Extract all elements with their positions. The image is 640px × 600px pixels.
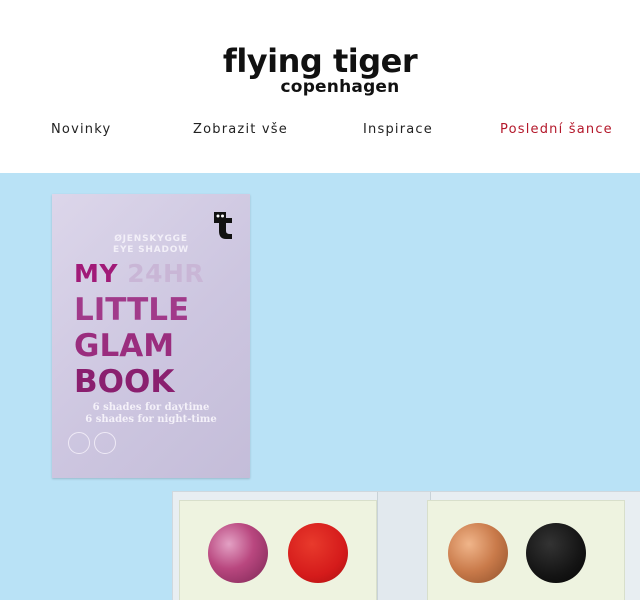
palette-card-left	[179, 500, 377, 600]
product-description: 6 shades for daytime 6 shades for night-…	[52, 402, 250, 426]
nav-item-novinky[interactable]: Novinky	[51, 122, 111, 137]
title-line-2: LITTLE	[74, 292, 190, 328]
nav-item-zobrazit-vse[interactable]: Zobrazit vše	[193, 122, 288, 137]
subtitle-line-2: EYE SHADOW	[113, 245, 189, 255]
brand-logo[interactable]: flying tiger copenhagen	[0, 44, 640, 96]
main-nav: Novinky Zobrazit vše Inspirace Poslední …	[0, 122, 640, 142]
desc-line-1: 6 shades for daytime	[92, 402, 210, 413]
title-line-1a: MY	[74, 259, 118, 288]
eyeshadow-pan-copper	[448, 523, 508, 583]
palette-spine	[377, 492, 431, 600]
palette-card-right	[427, 500, 625, 600]
eyeshadow-pan-black	[526, 523, 586, 583]
vegan-badge-icon	[68, 432, 90, 454]
desc-line-2: 6 shades for night-time	[85, 414, 217, 425]
brand-name: flying tiger	[222, 42, 418, 80]
header: flying tiger copenhagen Novinky Zobrazit…	[0, 0, 640, 173]
nav-item-posledni-sance[interactable]: Poslední šance	[500, 122, 613, 137]
eyeshadow-palette	[172, 491, 640, 600]
eyeshadow-pan-red	[288, 523, 348, 583]
product-title: MY 24HR LITTLE GLAM BOOK	[74, 256, 204, 400]
brand-subname: copenhagen	[280, 77, 400, 97]
cruelty-free-badge-icon	[94, 432, 116, 454]
subtitle-line-1: ØJENSKYGGE	[114, 234, 188, 244]
nav-item-inspirace[interactable]: Inspirace	[363, 122, 433, 137]
title-line-1b: 24HR	[127, 259, 205, 288]
product-subtitle: ØJENSKYGGE EYE SHADOW	[52, 234, 250, 256]
eyeshadow-pan-glitter-pink	[208, 523, 268, 583]
product-box: ØJENSKYGGE EYE SHADOW MY 24HR LITTLE GLA…	[52, 194, 250, 478]
hero-banner[interactable]: ØJENSKYGGE EYE SHADOW MY 24HR LITTLE GLA…	[0, 173, 640, 600]
title-line-3: GLAM	[74, 328, 175, 364]
title-line-4: BOOK	[74, 364, 175, 400]
